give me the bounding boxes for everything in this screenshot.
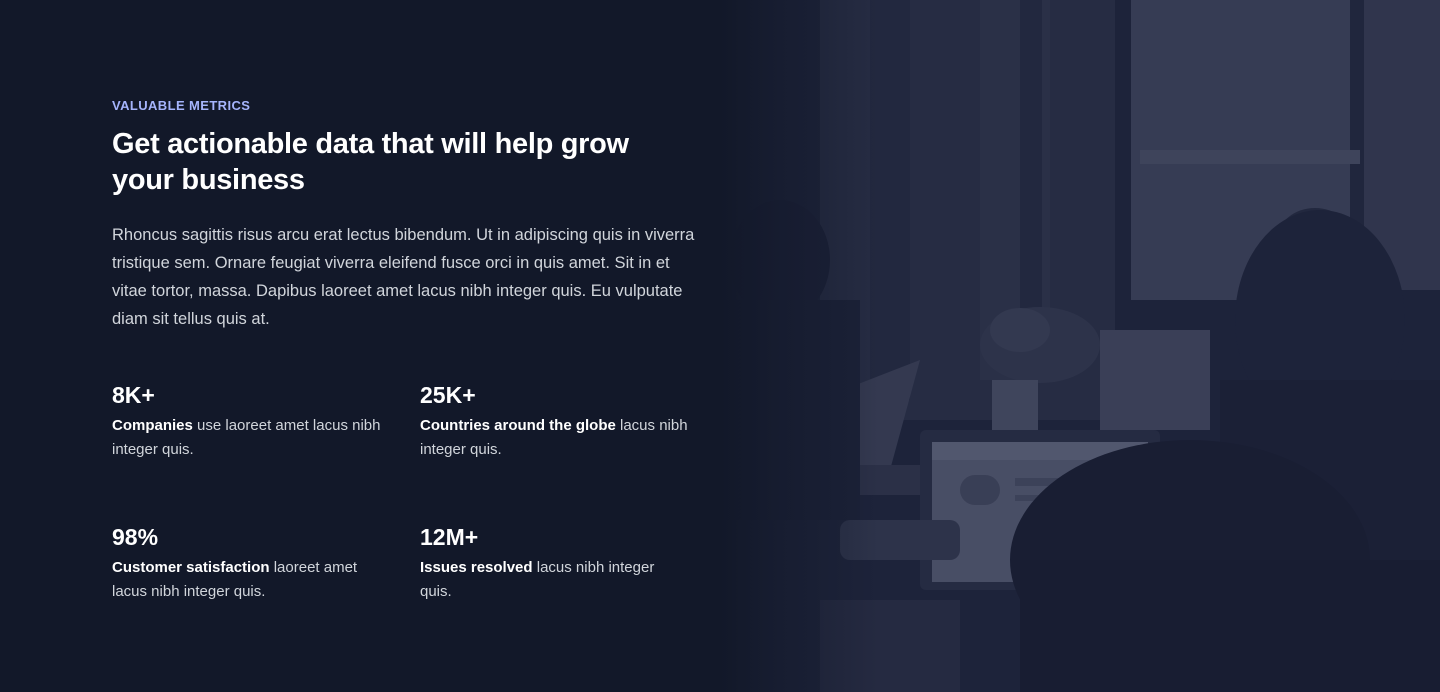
stat-label: Companies <box>112 417 193 434</box>
stat-satisfaction: 98% Customer satisfaction laoreet amet l… <box>112 522 420 604</box>
stat-issues: 12M+ Issues resolved lacus nibh integer … <box>420 522 710 604</box>
stat-value: 98% <box>112 524 159 550</box>
stat-value: 8K+ <box>112 382 155 408</box>
stat-label: Customer satisfaction <box>112 559 270 576</box>
metrics-section: Valuable Metrics Get actionable data tha… <box>0 0 1440 692</box>
metrics-content: Valuable Metrics Get actionable data tha… <box>112 97 712 604</box>
section-headline: Get actionable data that will help grow … <box>112 128 629 196</box>
office-team-photo <box>720 0 1440 692</box>
stat-description: Companies use laoreet amet lacus nibh in… <box>112 414 382 462</box>
stat-label: Countries around the globe <box>420 417 616 434</box>
office-photo-illustration <box>720 0 1440 692</box>
stat-companies: 8K+ Companies use laoreet amet lacus nib… <box>112 380 420 462</box>
stat-description: Customer satisfaction laoreet amet lacus… <box>112 556 382 604</box>
stat-value: 12M+ <box>420 524 479 550</box>
stat-description: Countries around the globe lacus nibh in… <box>420 414 690 462</box>
section-eyebrow: Valuable Metrics <box>112 98 251 113</box>
stat-label: Issues resolved <box>420 559 533 576</box>
section-description: Rhoncus sagittis risus arcu erat lectus … <box>112 226 695 328</box>
stats-grid: 8K+ Companies use laoreet amet lacus nib… <box>112 380 712 604</box>
stat-value: 25K+ <box>420 382 476 408</box>
stat-description: Issues resolved lacus nibh integer quis. <box>420 556 690 604</box>
stat-countries: 25K+ Countries around the globe lacus ni… <box>420 380 710 462</box>
